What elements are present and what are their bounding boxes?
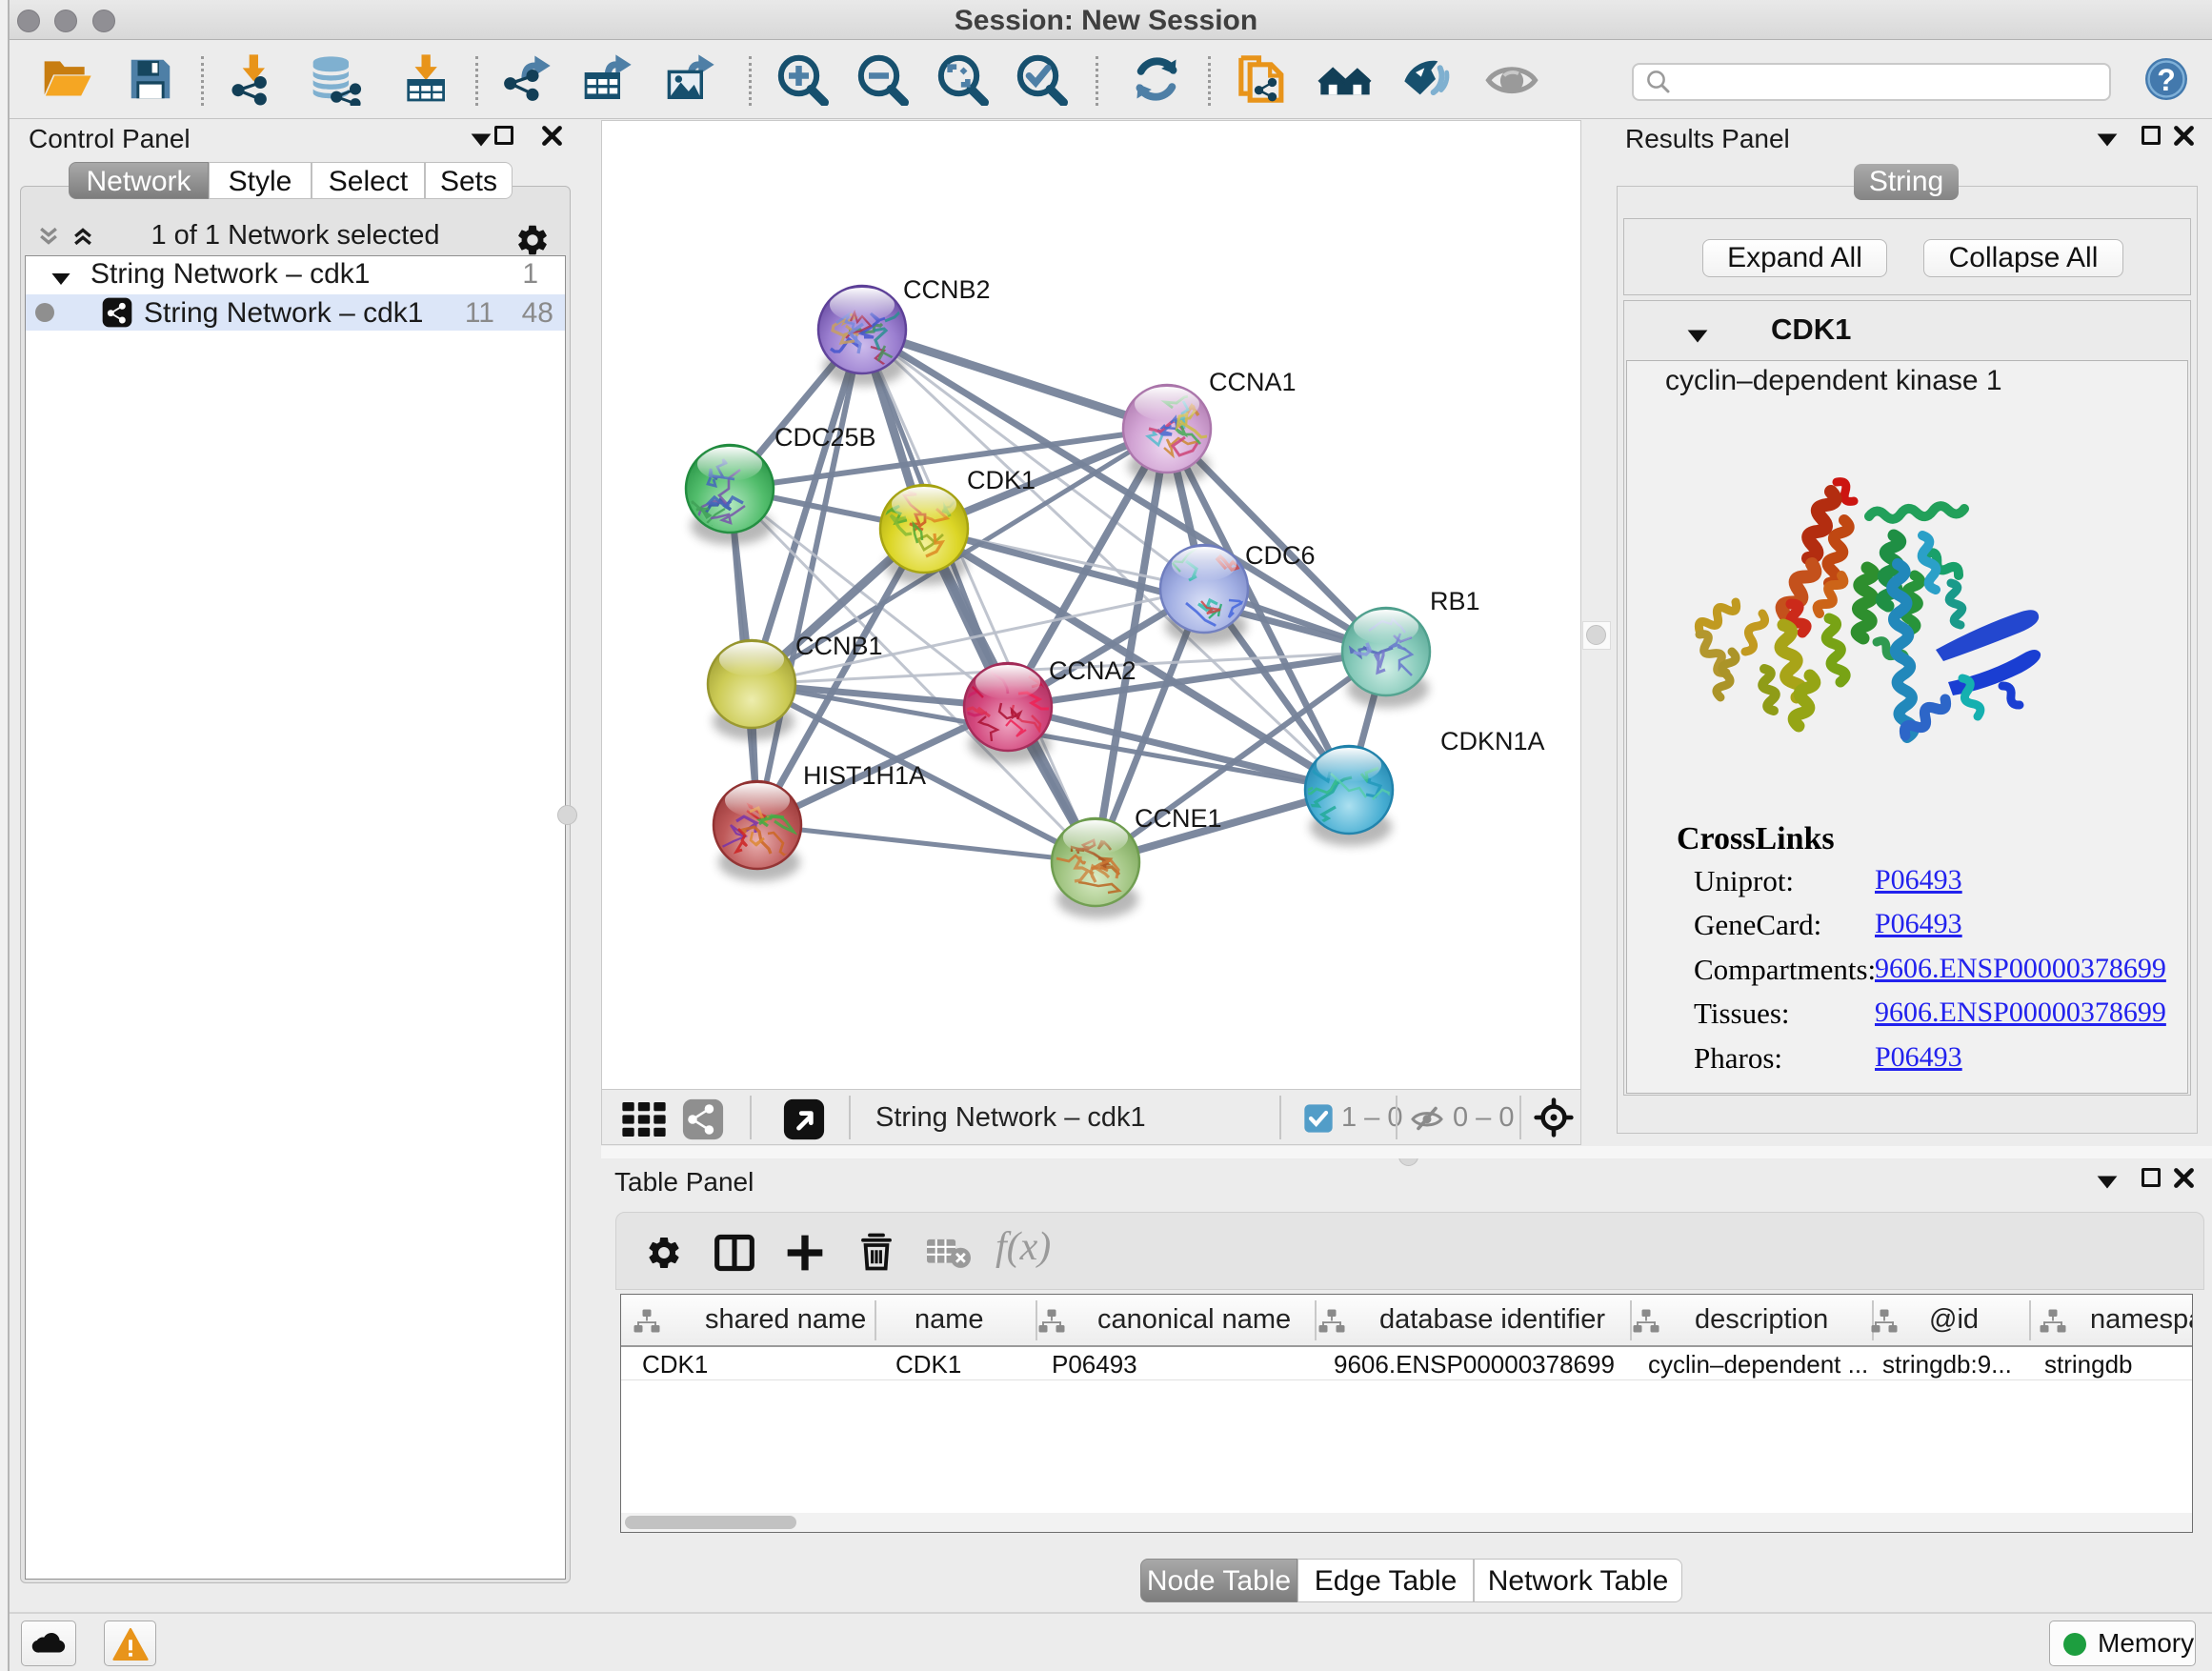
svg-text:CCNE1: CCNE1 xyxy=(1135,804,1222,833)
svg-text:HIST1H1A: HIST1H1A xyxy=(803,761,926,790)
svg-text:?: ? xyxy=(2157,63,2176,97)
svg-text:CCNA1: CCNA1 xyxy=(1209,368,1297,396)
svg-text:CDC25B: CDC25B xyxy=(774,423,876,452)
svg-text:CCNA2: CCNA2 xyxy=(1049,656,1136,685)
svg-text:CCNB2: CCNB2 xyxy=(903,275,991,304)
svg-text:CDKN1A: CDKN1A xyxy=(1440,727,1545,755)
svg-text:RB1: RB1 xyxy=(1430,587,1480,615)
svg-text:CDC6: CDC6 xyxy=(1245,541,1316,570)
svg-text:CCNB1: CCNB1 xyxy=(795,632,883,660)
svg-text:CDK1: CDK1 xyxy=(967,466,1036,494)
